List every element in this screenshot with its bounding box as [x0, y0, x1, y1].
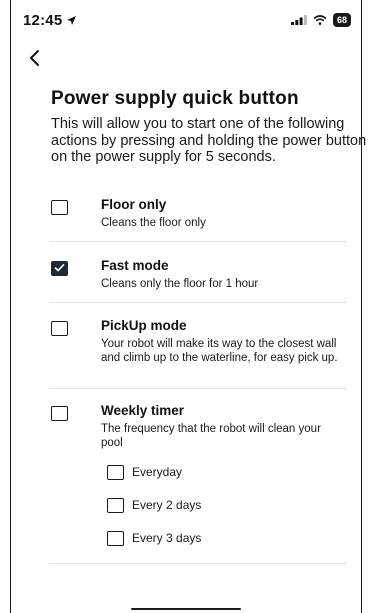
status-time-text: 12:45	[23, 12, 63, 29]
frequency-label: Everyday	[132, 465, 183, 479]
option-description: Cleans only the floor for 1 hour	[101, 278, 259, 290]
frequency-every-2-days[interactable]: Every 2 days	[107, 496, 201, 514]
back-button[interactable]	[23, 46, 47, 70]
option-fast-mode[interactable]: Fast mode Cleans only the floor for 1 ho…	[49, 258, 347, 298]
frequency-everyday[interactable]: Everyday	[107, 463, 182, 481]
status-bar: 12:45 68	[11, 0, 361, 36]
option-floor-only[interactable]: Floor only Cleans the floor only	[49, 197, 347, 237]
option-title: Fast mode	[101, 258, 169, 273]
pickup-mode-checkbox[interactable]	[51, 321, 68, 336]
everyday-checkbox[interactable]	[107, 464, 124, 480]
battery-icon: 68	[332, 13, 351, 27]
divider	[49, 241, 347, 242]
frequency-every-3-days[interactable]: Every 3 days	[107, 529, 201, 547]
floor-only-checkbox[interactable]	[51, 200, 68, 215]
weekly-timer-checkbox[interactable]	[51, 406, 68, 421]
option-description: Your robot will make its way to the clos…	[101, 338, 338, 364]
option-weekly-timer[interactable]: Weekly timer The frequency that the robo…	[49, 403, 347, 453]
divider	[49, 302, 347, 303]
frequency-label: Every 3 days	[132, 531, 202, 545]
signal-icon	[290, 15, 307, 25]
option-description: Cleans the floor only	[101, 217, 206, 229]
option-description: The frequency that the robot will clean …	[101, 423, 321, 449]
chevron-left-icon	[30, 50, 39, 66]
page-description: This will allow you to start one of the …	[51, 116, 367, 165]
option-pickup-mode[interactable]: PickUp mode Your robot will make its way…	[49, 318, 347, 384]
divider	[49, 563, 347, 564]
divider	[49, 388, 347, 389]
phone-screen: 12:45 68 Power supply quick button This …	[10, 0, 366, 613]
option-title: PickUp mode	[101, 318, 187, 333]
location-arrow-icon	[67, 16, 77, 25]
status-indicators: 68	[290, 13, 351, 27]
every-3-days-checkbox[interactable]	[107, 530, 124, 546]
option-title: Weekly timer	[101, 403, 185, 418]
every-2-days-checkbox[interactable]	[107, 497, 124, 513]
fast-mode-checkbox[interactable]	[51, 261, 68, 276]
home-indicator	[131, 608, 241, 610]
frequency-label: Every 2 days	[132, 498, 202, 512]
wifi-icon	[313, 15, 327, 25]
page-title: Power supply quick button	[51, 88, 299, 109]
checkmark-icon	[54, 264, 65, 272]
status-time: 12:45	[23, 12, 77, 29]
option-title: Floor only	[101, 197, 167, 212]
